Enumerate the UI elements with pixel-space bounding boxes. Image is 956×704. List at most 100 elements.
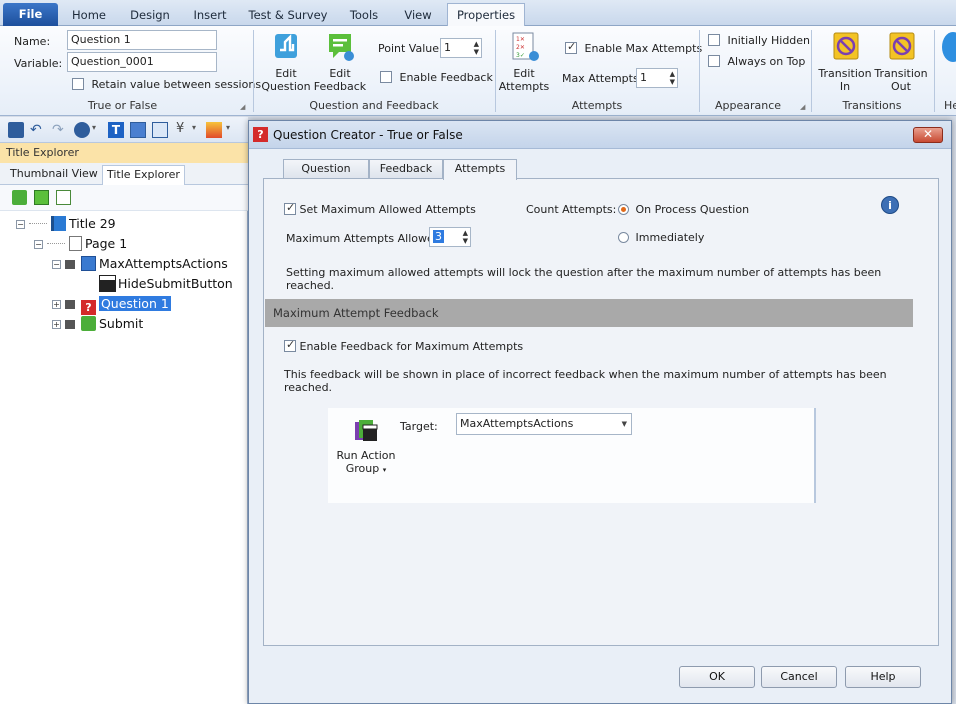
on-process-radio-row[interactable]: On Process Question (618, 203, 749, 216)
run-action-line1: Run Action (336, 449, 396, 462)
name-input[interactable]: Question 1 (67, 30, 217, 50)
tab-view[interactable]: View (398, 4, 438, 26)
text-tool-icon[interactable]: T (108, 122, 124, 138)
add-chapter-icon[interactable] (34, 190, 49, 205)
tab-design[interactable]: Design (124, 4, 176, 26)
transition-out-line1: Transition (874, 67, 928, 80)
visibility-toggle-icon[interactable] (64, 260, 75, 269)
visibility-toggle-icon[interactable] (64, 320, 75, 329)
layer-icon[interactable] (130, 122, 146, 138)
run-action-group-button[interactable]: Run Action Group ▾ (334, 416, 398, 477)
collapse-icon[interactable]: − (16, 220, 25, 229)
add-section-icon[interactable] (56, 190, 71, 205)
max-allowed-value: 3 (433, 230, 444, 243)
transition-in-icon (833, 32, 859, 60)
help-button[interactable]: Help (845, 666, 921, 688)
enable-feedback-max-checkbox[interactable] (284, 338, 296, 352)
refresh-page-icon[interactable] (152, 122, 168, 138)
tree-label: HideSubmitButton (118, 276, 233, 291)
immediately-radio[interactable] (618, 232, 629, 243)
tree-label: Submit (98, 316, 144, 331)
enable-max-attempts-checkbox[interactable] (565, 40, 577, 54)
point-value-spinner[interactable]: 1 ▲ ▼ (440, 38, 482, 58)
dropdown-arrow-icon[interactable]: ▾ (383, 466, 387, 474)
always-on-top-row[interactable]: Always on Top (708, 55, 805, 68)
tab-title-explorer[interactable]: Title Explorer (102, 165, 185, 185)
count-attempts-label: Count Attempts: (526, 203, 617, 216)
chevron-down-icon[interactable]: ▼ (622, 414, 627, 434)
currency-icon[interactable]: ¥ (176, 121, 184, 136)
dropdown-arrow-icon[interactable]: ▾ (226, 123, 230, 132)
transition-in-button[interactable]: Transition In (816, 30, 874, 93)
section-header: Maximum Attempt Feedback (265, 299, 913, 327)
initially-hidden-checkbox[interactable] (708, 34, 720, 46)
group-launcher-icon[interactable]: ◢ (240, 103, 248, 111)
edit-attempts-button[interactable]: 1✕ 2✕ 3✓ Edit Attempts (498, 30, 550, 93)
tab-question[interactable]: Question (283, 159, 369, 179)
color-icon[interactable] (206, 122, 222, 138)
collapse-icon[interactable]: − (52, 260, 61, 269)
visibility-toggle-icon[interactable] (64, 300, 75, 309)
transition-out-button[interactable]: Transition Out (872, 30, 930, 93)
edit-feedback-button[interactable]: Edit Feedback (312, 30, 368, 93)
attempts-panel: Set Maximum Allowed Attempts Count Attem… (263, 178, 939, 646)
retain-checkbox[interactable] (72, 78, 84, 90)
spin-arrows-icon[interactable]: ▲ ▼ (670, 70, 675, 86)
expand-icon[interactable]: + (52, 300, 61, 309)
help-round-icon[interactable] (942, 32, 956, 62)
max-attempts-spinner[interactable]: 1 ▲ ▼ (636, 68, 678, 88)
tree-node-button[interactable]: + Submit (52, 315, 143, 333)
enable-feedback-row[interactable]: Enable Feedback (380, 71, 493, 84)
feedback-speech-icon (329, 34, 354, 61)
cancel-button[interactable]: Cancel (761, 666, 837, 688)
tab-test-survey[interactable]: Test & Survey (246, 4, 330, 26)
initially-hidden-row[interactable]: Initially Hidden (708, 34, 810, 47)
tree-node-action-group[interactable]: − MaxAttemptsActions (52, 255, 228, 273)
expand-icon[interactable]: + (52, 320, 61, 329)
always-on-top-label: Always on Top (727, 55, 806, 68)
set-max-attempts-row[interactable]: Set Maximum Allowed Attempts (284, 201, 476, 216)
tree-node-action[interactable]: HideSubmitButton (99, 275, 233, 293)
set-max-attempts-checkbox[interactable] (284, 201, 296, 215)
tab-properties[interactable]: Properties (447, 3, 525, 27)
retain-checkbox-row[interactable]: Retain value between sessions (72, 78, 261, 91)
ok-button[interactable]: OK (679, 666, 755, 688)
always-on-top-checkbox[interactable] (708, 55, 720, 67)
tab-thumbnail-view[interactable]: Thumbnail View (6, 165, 102, 185)
tab-tools[interactable]: Tools (342, 4, 386, 26)
save-icon[interactable] (8, 122, 24, 138)
tab-attempts[interactable]: Attempts (443, 159, 517, 180)
tab-file[interactable]: File (3, 3, 58, 26)
tree-node-question[interactable]: + ? Question 1 (52, 295, 171, 315)
collapse-icon[interactable]: − (34, 240, 43, 249)
variable-input[interactable]: Question_0001 (67, 52, 217, 72)
spin-arrows-icon[interactable]: ▲ ▼ (474, 40, 479, 56)
close-button[interactable]: ✕ (913, 127, 943, 143)
redo-icon[interactable]: ↷ (52, 122, 64, 138)
undo-icon[interactable]: ↶ (30, 122, 42, 138)
tab-feedback[interactable]: Feedback (369, 159, 443, 179)
enable-feedback-checkbox[interactable] (380, 71, 392, 83)
add-page-icon[interactable] (12, 190, 27, 205)
tab-insert[interactable]: Insert (186, 4, 234, 26)
question-creator-dialog: ? Question Creator - True or False ✕ Que… (248, 120, 952, 704)
enable-feedback-max-row[interactable]: Enable Feedback for Maximum Attempts (284, 338, 523, 353)
enable-max-attempts-row[interactable]: Enable Max Attempts (565, 40, 702, 55)
spin-arrows-icon[interactable]: ▲ ▼ (463, 229, 468, 245)
group-launcher-icon[interactable]: ◢ (800, 103, 808, 111)
max-allowed-spinner[interactable]: 3 ▲ ▼ (429, 227, 471, 247)
target-select[interactable]: MaxAttemptsActions ▼ (456, 413, 632, 435)
immediately-radio-row[interactable]: Immediately (618, 231, 704, 244)
tab-home[interactable]: Home (66, 4, 112, 26)
tree-node-page[interactable]: − Page 1 (34, 235, 127, 253)
on-process-radio[interactable] (618, 204, 629, 215)
dropdown-arrow-icon[interactable]: ▾ (92, 123, 96, 132)
edit-question-button[interactable]: Edit Question (258, 30, 314, 93)
info-icon[interactable]: i (881, 196, 899, 214)
question-icon: ? (253, 127, 268, 142)
group-label-transitions: Transitions (842, 99, 902, 112)
svg-text:3✓: 3✓ (516, 52, 525, 59)
settings-icon[interactable] (74, 122, 90, 138)
tree-node-title[interactable]: − Title 29 (16, 215, 116, 233)
dropdown-arrow-icon[interactable]: ▾ (192, 123, 196, 132)
